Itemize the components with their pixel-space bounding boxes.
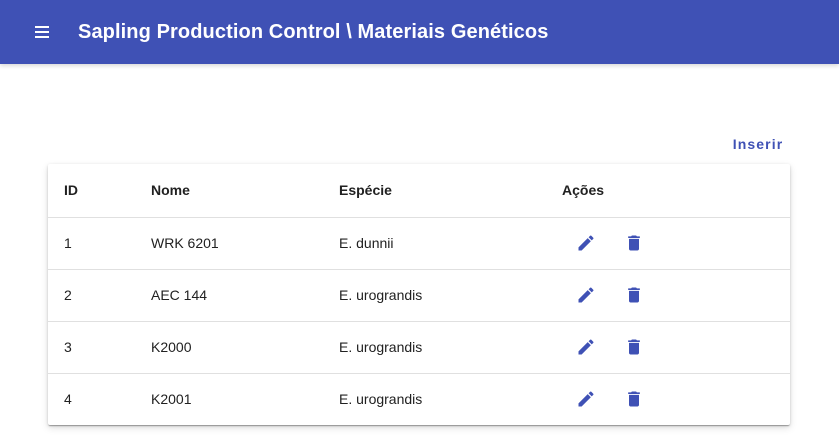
delete-button[interactable] [610,375,658,423]
delete-button[interactable] [610,271,658,319]
cell-especie: E. dunnii [339,217,562,270]
cell-id: 1 [48,217,151,270]
insert-button[interactable]: Inserir [722,132,794,156]
edit-button[interactable] [562,219,610,267]
edit-icon [578,391,594,407]
column-header-id[interactable]: ID [48,164,151,218]
edit-icon [578,235,594,251]
menu-icon [35,26,49,38]
cell-id: 2 [48,269,151,322]
cell-nome: K2000 [151,321,339,374]
delete-icon [628,287,640,303]
cell-id: 3 [48,321,151,374]
cell-especie: E. urograndis [339,391,423,408]
cell-especie: E. urograndis [339,269,562,322]
cell-especie: E. urograndis [339,321,562,374]
delete-button[interactable] [610,323,658,371]
column-header-especie[interactable]: Espécie [339,164,562,218]
page-title: Sapling Production Control \ Materiais G… [78,20,549,43]
materials-table-card: ID Nome Espécie Ações 1 WRK 6201 E. dunn… [48,164,790,425]
table-row: 4 K2001 E. urograndis [48,373,790,425]
delete-icon [628,391,640,407]
table-row: 1 WRK 6201 E. dunnii [48,217,790,270]
edit-button[interactable] [562,271,610,319]
cell-actions [562,269,790,322]
column-header-acoes: Ações [562,164,790,218]
table-header-row: ID Nome Espécie Ações [48,164,790,218]
edit-button[interactable] [562,375,610,423]
cell-actions [562,217,790,270]
table-row: 2 AEC 144 E. urograndis [48,269,790,322]
edit-icon [578,339,594,355]
cell-nome: AEC 144 [151,269,339,322]
cell-id: 4 [64,391,72,408]
edit-icon [578,287,594,303]
column-header-nome[interactable]: Nome [151,164,339,218]
menu-button[interactable] [21,11,63,53]
cell-nome: WRK 6201 [151,217,339,270]
delete-icon [628,339,640,355]
table-row: 3 K2000 E. urograndis [48,321,790,374]
cell-nome: K2001 [151,391,192,408]
edit-button[interactable] [562,323,610,371]
app-bar: Sapling Production Control \ Materiais G… [0,0,839,64]
cell-actions [562,373,790,425]
delete-icon [628,235,640,251]
cell-actions [562,321,790,374]
materials-table: ID Nome Espécie Ações 1 WRK 6201 E. dunn… [48,164,790,425]
delete-button[interactable] [610,219,658,267]
